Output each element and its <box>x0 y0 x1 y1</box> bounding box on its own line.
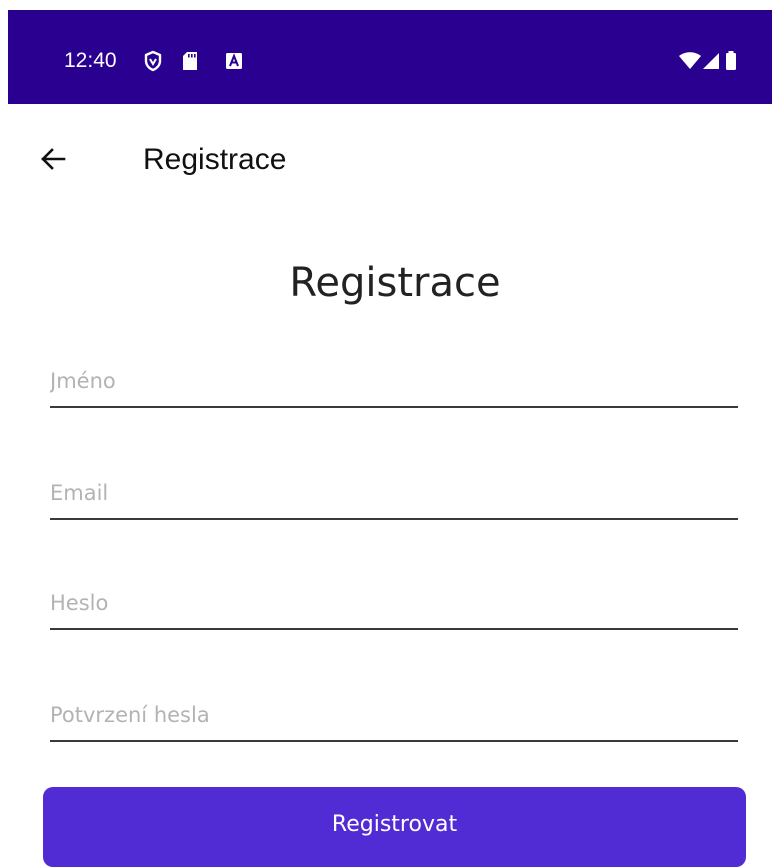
email-input[interactable] <box>50 468 738 520</box>
arrow-left-icon <box>41 148 66 170</box>
password-field <box>50 578 738 630</box>
a-badge-icon <box>226 53 242 69</box>
name-field <box>50 356 738 408</box>
back-button[interactable] <box>30 136 76 182</box>
status-bar: 12:40 <box>8 10 772 104</box>
email-field <box>50 468 738 520</box>
shield-icon <box>144 50 162 72</box>
password-confirm-field <box>50 690 738 742</box>
appbar-title: Registrace <box>143 143 287 176</box>
wifi-icon <box>679 52 701 69</box>
name-input[interactable] <box>50 356 738 408</box>
page-heading: Registrace <box>289 260 501 306</box>
password-confirm-input[interactable] <box>50 690 738 742</box>
app-screen: 12:40 Registrace Registrace Jméno Email … <box>0 0 772 867</box>
password-input[interactable] <box>50 578 738 630</box>
sd-card-icon <box>183 52 197 70</box>
battery-icon <box>726 51 736 70</box>
signal-icon <box>703 53 719 69</box>
register-button[interactable]: Registrovat <box>43 787 746 867</box>
status-time: 12:40 <box>64 49 117 72</box>
